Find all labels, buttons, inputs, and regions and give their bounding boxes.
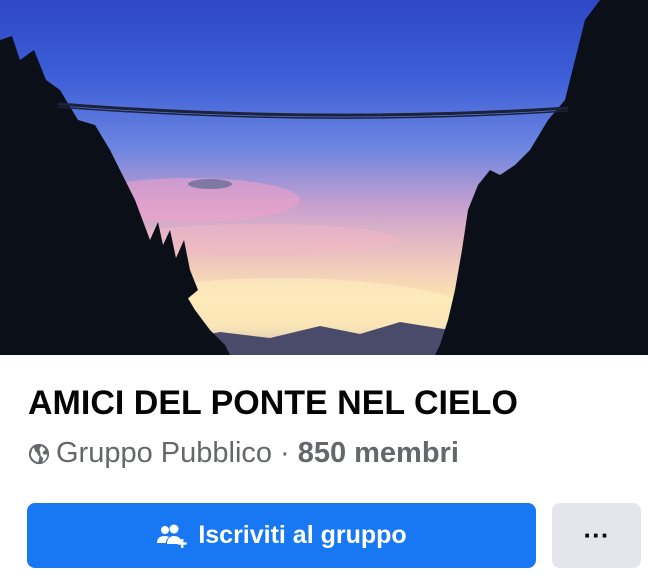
globe-icon <box>28 443 50 464</box>
more-icon: ··· <box>583 520 610 550</box>
group-privacy: Gruppo Pubblico <box>56 437 273 469</box>
join-button-label: Iscriviti al gruppo <box>198 521 407 549</box>
group-name: AMICI DEL PONTE NEL CIELO <box>28 384 518 422</box>
meta-separator: · <box>280 437 290 469</box>
cover-photo-illustration <box>0 0 648 355</box>
join-group-button[interactable]: Iscriviti al gruppo <box>27 503 536 568</box>
member-count[interactable]: 850 membri <box>298 437 459 470</box>
more-options-button[interactable]: ··· <box>552 503 641 568</box>
group-cover-photo[interactable] <box>0 0 648 355</box>
people-add-icon <box>157 524 187 548</box>
group-meta: Gruppo Pubblico · 850 membri <box>28 437 459 470</box>
